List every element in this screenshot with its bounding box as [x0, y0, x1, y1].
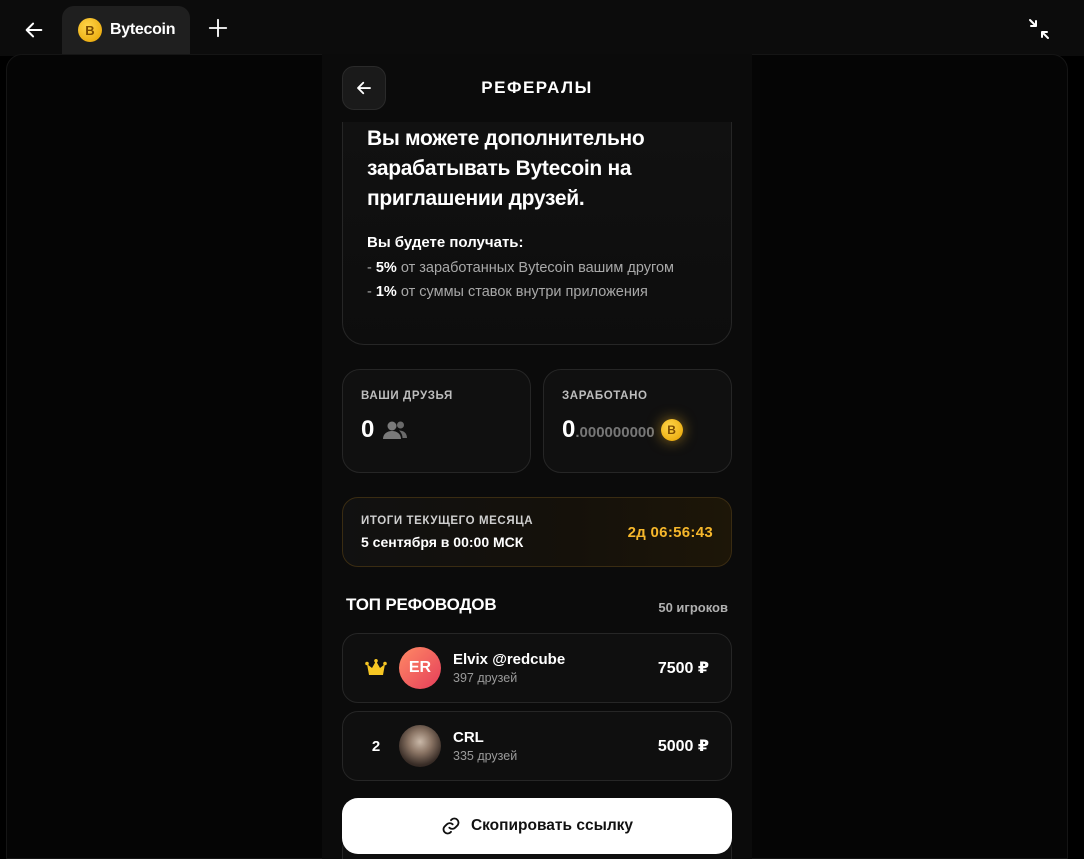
monthly-results-card: ИТОГИ ТЕКУЩЕГО МЕСЯЦА 5 сентября в 00:00…: [342, 497, 732, 567]
leaderboard-header: ТОП РЕФОВОДОВ 50 игроков: [346, 594, 728, 616]
friends-stat-card: ВАШИ ДРУЗЬЯ 0: [342, 369, 531, 473]
avatar: ER: [399, 647, 441, 689]
referrer-name: CRL: [453, 729, 484, 746]
bytecoin-logo-icon: B: [78, 18, 102, 42]
leaderboard-title: ТОП РЕФОВОДОВ: [346, 594, 497, 614]
friends-label: ВАШИ ДРУЗЬЯ: [361, 390, 453, 402]
countdown-timer: 2д 06:56:43: [627, 523, 713, 541]
referrer-friends: 397 друзей: [453, 671, 518, 685]
back-arrow-icon[interactable]: [16, 12, 52, 48]
page-header: РЕФЕРАЛЫ: [322, 54, 752, 122]
browser-topbar: B Bytecoin: [0, 0, 1084, 56]
info-subtitle: Вы будете получать:: [367, 234, 524, 251]
leaderboard-row[interactable]: 2 CRL 335 друзей 5000 ₽: [342, 711, 732, 781]
leaderboard-row[interactable]: ER Elvix @redcube 397 друзей 7500 ₽: [342, 633, 732, 703]
info-headline: Вы можете дополнительно зарабатывать Byt…: [367, 127, 645, 210]
crown-icon: [361, 659, 391, 677]
monthly-label: ИТОГИ ТЕКУЩЕГО МЕСЯЦА: [361, 514, 534, 527]
referrals-app: Вы можете дополнительно зарабатывать Byt…: [322, 54, 752, 859]
earned-label: ЗАРАБОТАНО: [562, 390, 648, 402]
earned-stat-card: ЗАРАБОТАНО 0 .000000000 B: [543, 369, 732, 473]
tab-title: Bytecoin: [110, 21, 176, 38]
perk-item: - 1% от суммы ставок внутри приложения: [367, 284, 648, 300]
copy-link-button[interactable]: Скопировать ссылку: [342, 798, 732, 854]
players-count: 50 игроков: [658, 600, 728, 615]
referrer-amount: 5000 ₽: [657, 738, 709, 755]
new-tab-plus-icon[interactable]: [202, 12, 234, 44]
minimize-icon[interactable]: [1024, 14, 1054, 44]
bytecoin-coin-icon: B: [660, 419, 683, 441]
earned-value-decimals: .000000000: [575, 424, 655, 441]
page-title: РЕФЕРАЛЫ: [481, 78, 593, 97]
referrer-name: Elvix @redcube: [453, 651, 566, 668]
referral-info-card: Вы можете дополнительно зарабатывать Byt…: [342, 84, 732, 345]
perk-item: - 5% от заработанных Bytecoin вашим друг…: [367, 260, 675, 276]
copy-link-label: Скопировать ссылку: [470, 817, 634, 834]
link-icon: [441, 816, 461, 836]
rank-number: 2: [371, 737, 381, 755]
earned-value-int: 0: [562, 416, 576, 443]
referrer-friends: 335 друзей: [453, 749, 518, 763]
friends-count: 0: [361, 416, 375, 443]
avatar: [399, 725, 441, 767]
users-icon: [382, 419, 408, 441]
tab-bytecoin[interactable]: B Bytecoin: [62, 6, 190, 54]
monthly-date: 5 сентября в 00:00 МСК: [361, 533, 524, 550]
referrer-amount: 7500 ₽: [657, 660, 709, 677]
